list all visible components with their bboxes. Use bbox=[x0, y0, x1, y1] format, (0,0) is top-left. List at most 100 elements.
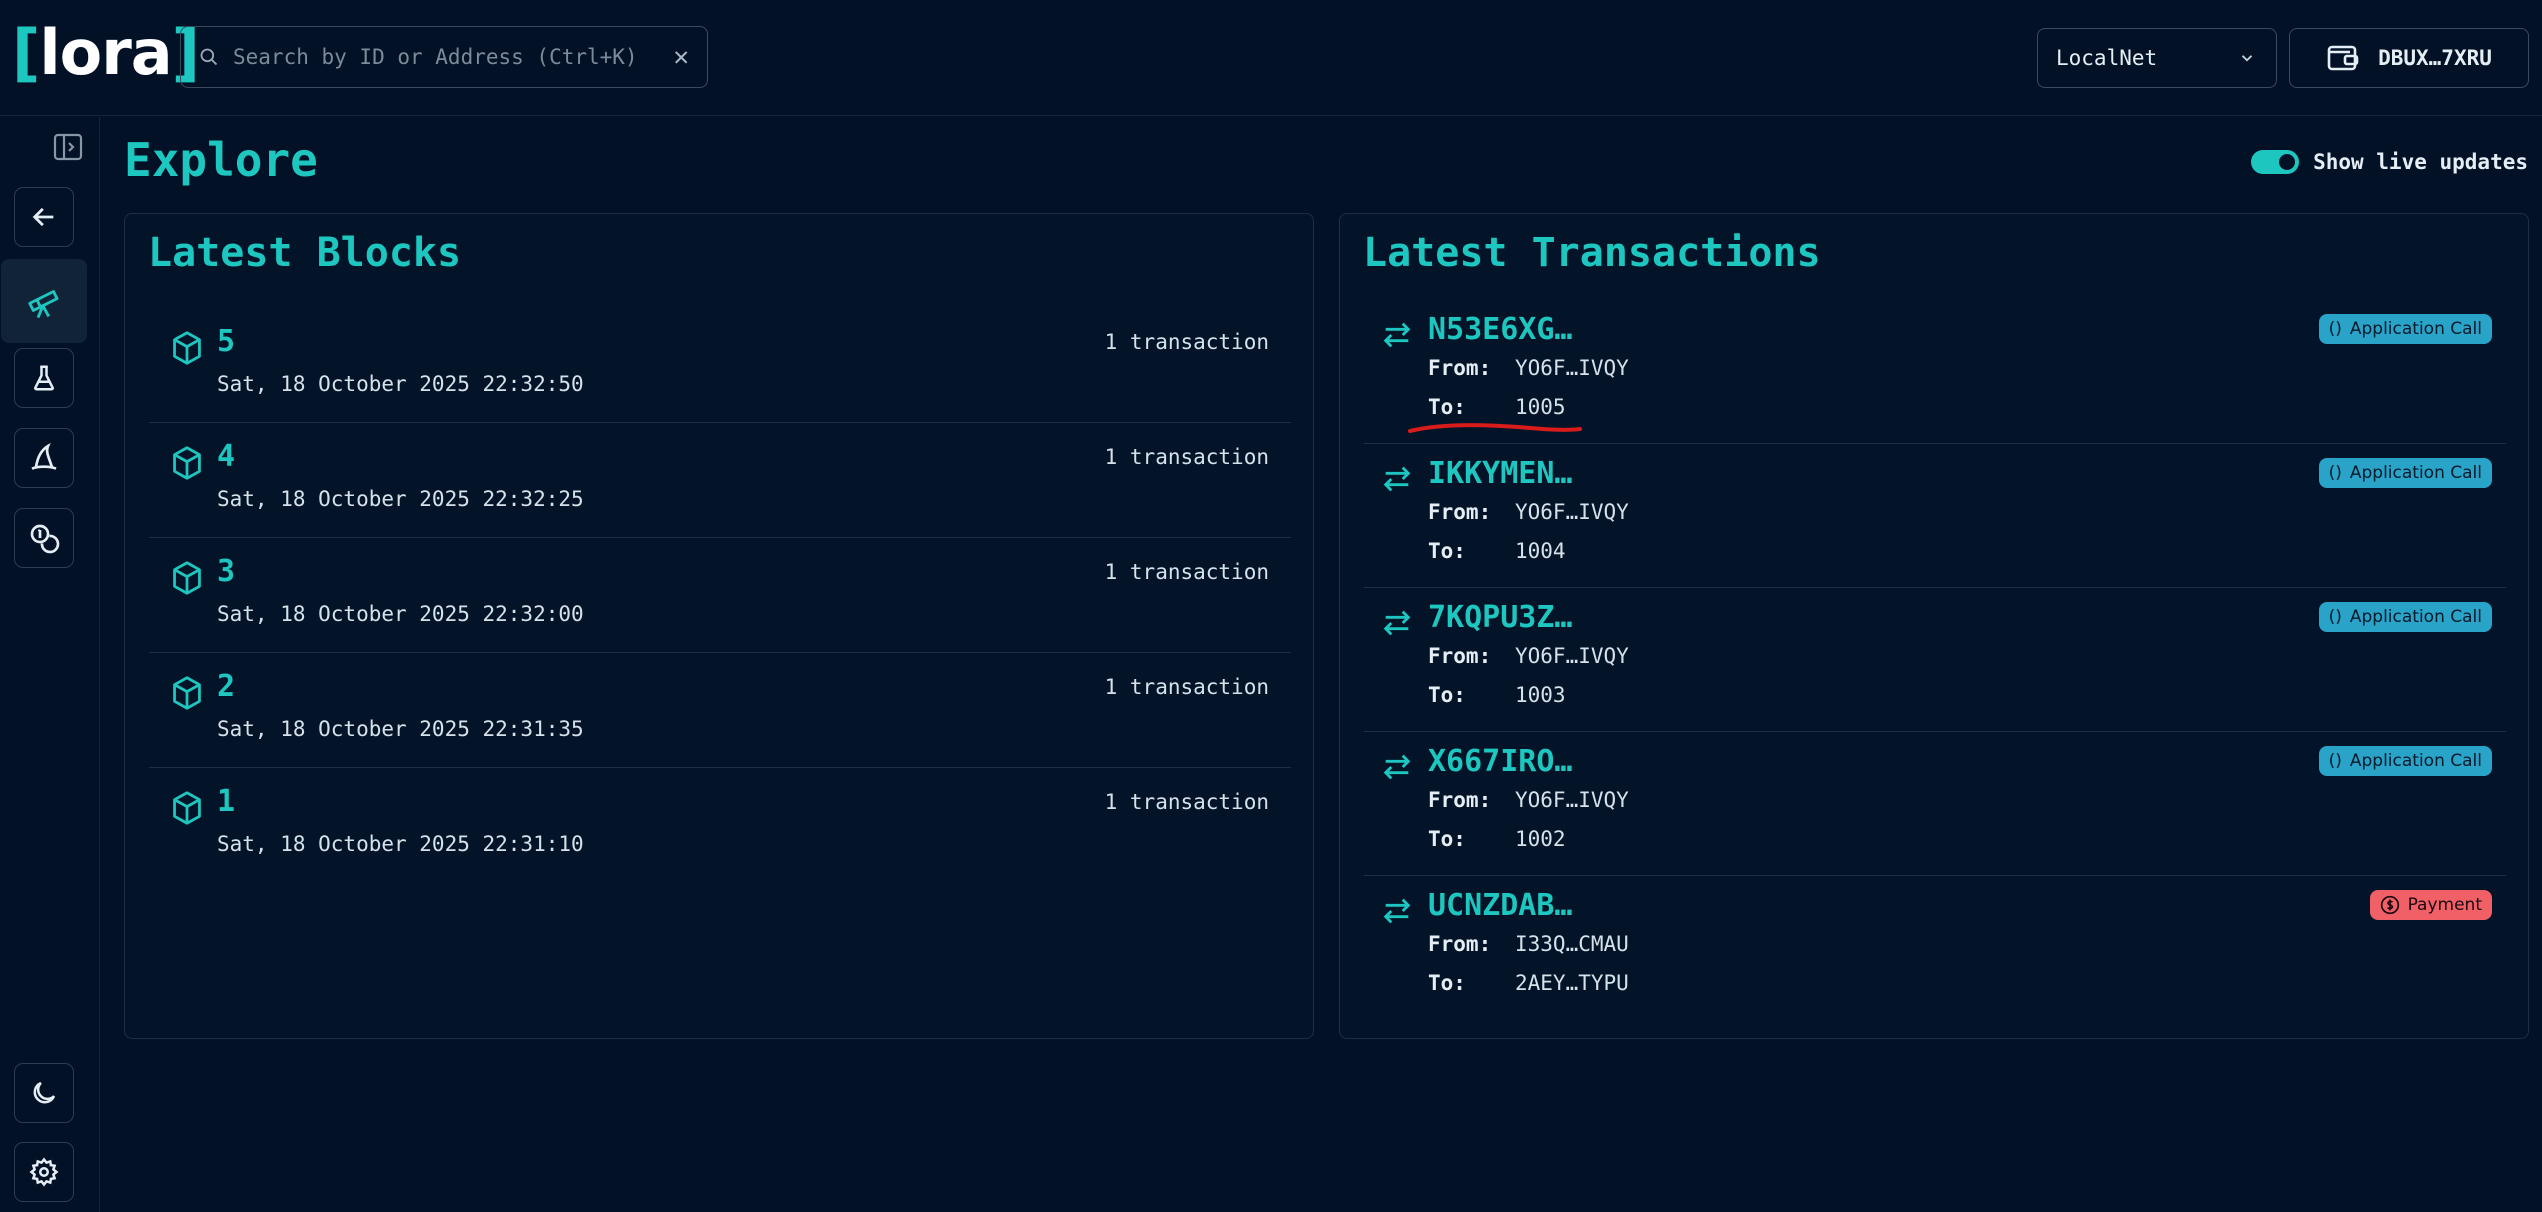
page-title: Explore bbox=[124, 133, 318, 187]
transfer-arrows-icon bbox=[1383, 322, 1411, 348]
transaction-to: To: 1004 bbox=[1428, 539, 1566, 563]
top-bar: [lora] ✕ LocalNet DBUX…7XRU bbox=[0, 0, 2542, 116]
network-select[interactable]: LocalNet bbox=[2037, 28, 2277, 88]
sidebar bbox=[0, 117, 100, 1212]
transaction-id[interactable]: 7KQPU3Z… bbox=[1428, 600, 1573, 635]
chevron-down-icon bbox=[2241, 55, 2253, 62]
transaction-to: To: 1003 bbox=[1428, 683, 1566, 707]
to-address[interactable]: 1005 bbox=[1515, 395, 1566, 419]
latest-blocks-card: Latest Blocks 5 Sat, 18 October 2025 22:… bbox=[124, 213, 1314, 1039]
block-date: Sat, 18 October 2025 22:32:25 bbox=[217, 487, 584, 511]
block-tx-count: 1 transaction bbox=[1104, 445, 1269, 469]
block-tx-count: 1 transaction bbox=[1104, 330, 1269, 354]
cube-icon bbox=[173, 446, 201, 480]
back-button[interactable] bbox=[14, 187, 74, 247]
sidebar-item-fund[interactable] bbox=[14, 508, 74, 568]
sidebar-item-explore[interactable] bbox=[1, 259, 87, 343]
transfer-arrows-icon bbox=[1383, 898, 1411, 924]
parentheses-icon: () bbox=[2328, 463, 2342, 483]
from-address[interactable]: YO6F…IVQY bbox=[1515, 644, 1629, 668]
block-number[interactable]: 2 bbox=[217, 669, 235, 704]
block-tx-count: 1 transaction bbox=[1104, 675, 1269, 699]
flask-icon bbox=[33, 365, 55, 391]
gear-icon bbox=[29, 1157, 59, 1187]
sidebar-collapse-button[interactable] bbox=[52, 131, 84, 167]
live-updates-switch[interactable] bbox=[2251, 150, 2300, 174]
red-underline-annotation bbox=[1408, 423, 1582, 433]
parentheses-icon: () bbox=[2328, 607, 2342, 627]
search-box: ✕ bbox=[180, 26, 708, 88]
block-number[interactable]: 3 bbox=[217, 554, 235, 589]
transaction-id[interactable]: UCNZDAB… bbox=[1428, 888, 1573, 923]
from-address[interactable]: YO6F…IVQY bbox=[1515, 500, 1629, 524]
application-call-badge: () Application Call bbox=[2318, 314, 2492, 344]
block-tx-count: 1 transaction bbox=[1104, 560, 1269, 584]
application-call-badge: () Application Call bbox=[2318, 746, 2492, 776]
wallet-icon bbox=[2327, 45, 2359, 71]
block-number[interactable]: 5 bbox=[217, 324, 235, 359]
block-date: Sat, 18 October 2025 22:31:35 bbox=[217, 717, 584, 741]
coins-icon bbox=[30, 524, 60, 554]
block-date: Sat, 18 October 2025 22:32:00 bbox=[217, 602, 584, 626]
sidebar-item-wizard[interactable] bbox=[14, 428, 74, 488]
from-address[interactable]: YO6F…IVQY bbox=[1515, 788, 1629, 812]
parentheses-icon: () bbox=[2328, 319, 2342, 339]
sidebar-item-lab[interactable] bbox=[14, 348, 74, 408]
search-icon bbox=[200, 48, 218, 66]
panel-toggle-icon bbox=[53, 133, 83, 161]
from-address[interactable]: YO6F…IVQY bbox=[1515, 356, 1629, 380]
block-row[interactable]: 3 Sat, 18 October 2025 22:32:00 1 transa… bbox=[149, 538, 1291, 653]
block-row[interactable]: 2 Sat, 18 October 2025 22:31:35 1 transa… bbox=[149, 653, 1291, 768]
payment-badge: Payment bbox=[2369, 890, 2492, 920]
latest-transactions-card: Latest Transactions N53E6XG… () Applicati… bbox=[1339, 213, 2529, 1039]
block-number[interactable]: 4 bbox=[217, 439, 235, 474]
arrow-left-icon bbox=[32, 207, 54, 227]
wallet-address: DBUX…7XRU bbox=[2378, 46, 2492, 70]
from-address[interactable]: I33Q…CMAU bbox=[1515, 932, 1629, 956]
transaction-id[interactable]: N53E6XG… bbox=[1428, 312, 1573, 347]
block-date: Sat, 18 October 2025 22:32:50 bbox=[217, 372, 584, 396]
live-updates-label: Show live updates bbox=[2313, 150, 2528, 174]
block-tx-count: 1 transaction bbox=[1104, 790, 1269, 814]
latest-transactions-title: Latest Transactions bbox=[1363, 230, 1821, 276]
transaction-from: From: YO6F…IVQY bbox=[1428, 644, 1629, 668]
transaction-id[interactable]: X667IRO… bbox=[1428, 744, 1573, 779]
lora-logo[interactable]: [lora] bbox=[12, 18, 200, 88]
settings-button[interactable] bbox=[14, 1142, 74, 1202]
transaction-from: From: I33Q…CMAU bbox=[1428, 932, 1629, 956]
transaction-row[interactable]: IKKYMEN… () Application Call From: YO6F…IV… bbox=[1364, 444, 2506, 588]
block-row[interactable]: 1 Sat, 18 October 2025 22:31:10 1 transa… bbox=[149, 768, 1291, 883]
parentheses-icon: () bbox=[2328, 751, 2342, 771]
network-selected-value: LocalNet bbox=[2056, 46, 2158, 70]
theme-toggle-button[interactable] bbox=[14, 1063, 74, 1123]
dollar-circle-icon bbox=[2380, 895, 2399, 915]
latest-blocks-title: Latest Blocks bbox=[148, 230, 462, 276]
moon-icon bbox=[33, 1081, 56, 1104]
transaction-id[interactable]: IKKYMEN… bbox=[1428, 456, 1573, 491]
transaction-from: From: YO6F…IVQY bbox=[1428, 356, 1629, 380]
clear-search-button[interactable]: ✕ bbox=[673, 42, 689, 72]
transaction-to: To: 1005 bbox=[1428, 395, 1566, 419]
transaction-from: From: YO6F…IVQY bbox=[1428, 500, 1629, 524]
transaction-row[interactable]: UCNZDAB… Payment From: I33Q…CMAU To: 2AEY…… bbox=[1364, 876, 2506, 1020]
block-row[interactable]: 4 Sat, 18 October 2025 22:32:25 1 transa… bbox=[149, 423, 1291, 538]
cube-icon bbox=[173, 331, 201, 365]
transfer-arrows-icon bbox=[1383, 466, 1411, 492]
application-call-badge: () Application Call bbox=[2318, 458, 2492, 488]
transaction-to: To: 1002 bbox=[1428, 827, 1566, 851]
to-address[interactable]: 1002 bbox=[1515, 827, 1566, 851]
connect-wallet-button[interactable]: DBUX…7XRU bbox=[2289, 28, 2529, 88]
block-row[interactable]: 5 Sat, 18 October 2025 22:32:50 1 transa… bbox=[149, 308, 1291, 423]
telescope-icon bbox=[28, 290, 59, 319]
transaction-row[interactable]: 7KQPU3Z… () Application Call From: YO6F…IV… bbox=[1364, 588, 2506, 732]
search-input[interactable] bbox=[233, 45, 674, 69]
application-call-badge: () Application Call bbox=[2318, 602, 2492, 632]
to-address[interactable]: 1004 bbox=[1515, 539, 1566, 563]
transaction-from: From: YO6F…IVQY bbox=[1428, 788, 1629, 812]
block-number[interactable]: 1 bbox=[217, 784, 235, 819]
transaction-row[interactable]: X667IRO… () Application Call From: YO6F…IV… bbox=[1364, 732, 2506, 876]
to-address[interactable]: 2AEY…TYPU bbox=[1515, 971, 1629, 995]
to-address[interactable]: 1003 bbox=[1515, 683, 1566, 707]
transfer-arrows-icon bbox=[1383, 754, 1411, 780]
live-updates-toggle[interactable]: Show live updates bbox=[2251, 150, 2528, 174]
